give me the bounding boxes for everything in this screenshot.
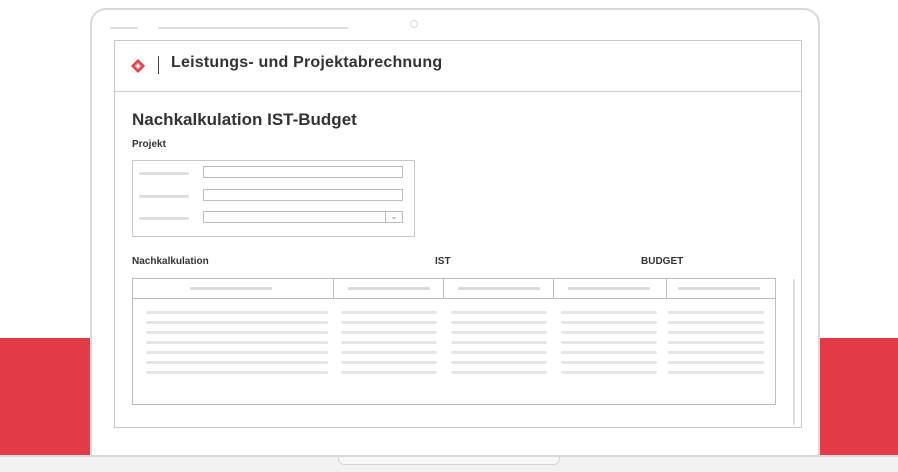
column-header[interactable] [133, 279, 334, 298]
row-placeholder [451, 361, 547, 364]
row-placeholder [451, 321, 547, 324]
row-placeholder [668, 371, 764, 374]
row-placeholder [561, 361, 657, 364]
row-placeholder [146, 341, 328, 344]
row-placeholder [451, 331, 547, 334]
row-placeholder [146, 361, 328, 364]
row-placeholder [146, 371, 328, 374]
row-placeholder [668, 331, 764, 334]
row-placeholder [561, 311, 657, 314]
column-header[interactable] [334, 279, 444, 298]
row-placeholder [146, 311, 328, 314]
row-placeholder [451, 341, 547, 344]
column-header[interactable] [667, 279, 775, 298]
lid-decoration [110, 27, 138, 29]
laptop-base [0, 455, 898, 472]
project-form: ⌄ [132, 160, 415, 237]
calculation-table [132, 278, 776, 405]
row-placeholder [561, 351, 657, 354]
project-field-2-input[interactable] [203, 189, 403, 201]
row-placeholder [341, 341, 437, 344]
row-placeholder [341, 371, 437, 374]
chevron-down-icon[interactable]: ⌄ [385, 212, 402, 222]
app-header: Leistungs- und Projektabrechnung [115, 41, 801, 92]
camera-icon [410, 20, 418, 28]
row-placeholder [451, 351, 547, 354]
laptop-frame: Leistungs- und Projektabrechnung Nachkal… [90, 8, 820, 460]
row-placeholder [146, 331, 328, 334]
row-placeholder [561, 331, 657, 334]
project-field-1-input[interactable] [203, 166, 403, 178]
row-placeholder [146, 321, 328, 324]
laptop-notch [338, 457, 560, 465]
project-select[interactable]: ⌄ [203, 211, 403, 223]
field-label-placeholder [139, 172, 189, 175]
row-placeholder [561, 321, 657, 324]
row-placeholder [451, 311, 547, 314]
column-header[interactable] [444, 279, 554, 298]
app-window: Leistungs- und Projektabrechnung Nachkal… [114, 40, 802, 428]
row-placeholder [341, 311, 437, 314]
nachkalkulation-label: Nachkalkulation [132, 256, 209, 267]
field-label-placeholder [139, 217, 189, 220]
row-placeholder [668, 311, 764, 314]
project-section-label: Projekt [132, 139, 166, 150]
header-separator [158, 56, 159, 74]
diamond-logo-icon [131, 59, 145, 73]
lid-decoration [158, 27, 348, 29]
scrollbar[interactable] [793, 279, 795, 425]
row-placeholder [451, 371, 547, 374]
row-placeholder [561, 371, 657, 374]
page-title: Nachkalkulation IST-Budget [132, 110, 357, 129]
ist-column-label: IST [435, 256, 451, 267]
field-label-placeholder [139, 195, 189, 198]
row-placeholder [668, 321, 764, 324]
app-title: Leistungs- und Projektabrechnung [171, 54, 443, 71]
row-placeholder [561, 341, 657, 344]
budget-column-label: BUDGET [641, 256, 684, 267]
row-placeholder [668, 361, 764, 364]
row-placeholder [341, 351, 437, 354]
row-placeholder [146, 351, 328, 354]
table-header [133, 279, 775, 299]
row-placeholder [341, 331, 437, 334]
row-placeholder [668, 341, 764, 344]
row-placeholder [341, 321, 437, 324]
row-placeholder [668, 351, 764, 354]
column-header[interactable] [554, 279, 667, 298]
row-placeholder [341, 361, 437, 364]
